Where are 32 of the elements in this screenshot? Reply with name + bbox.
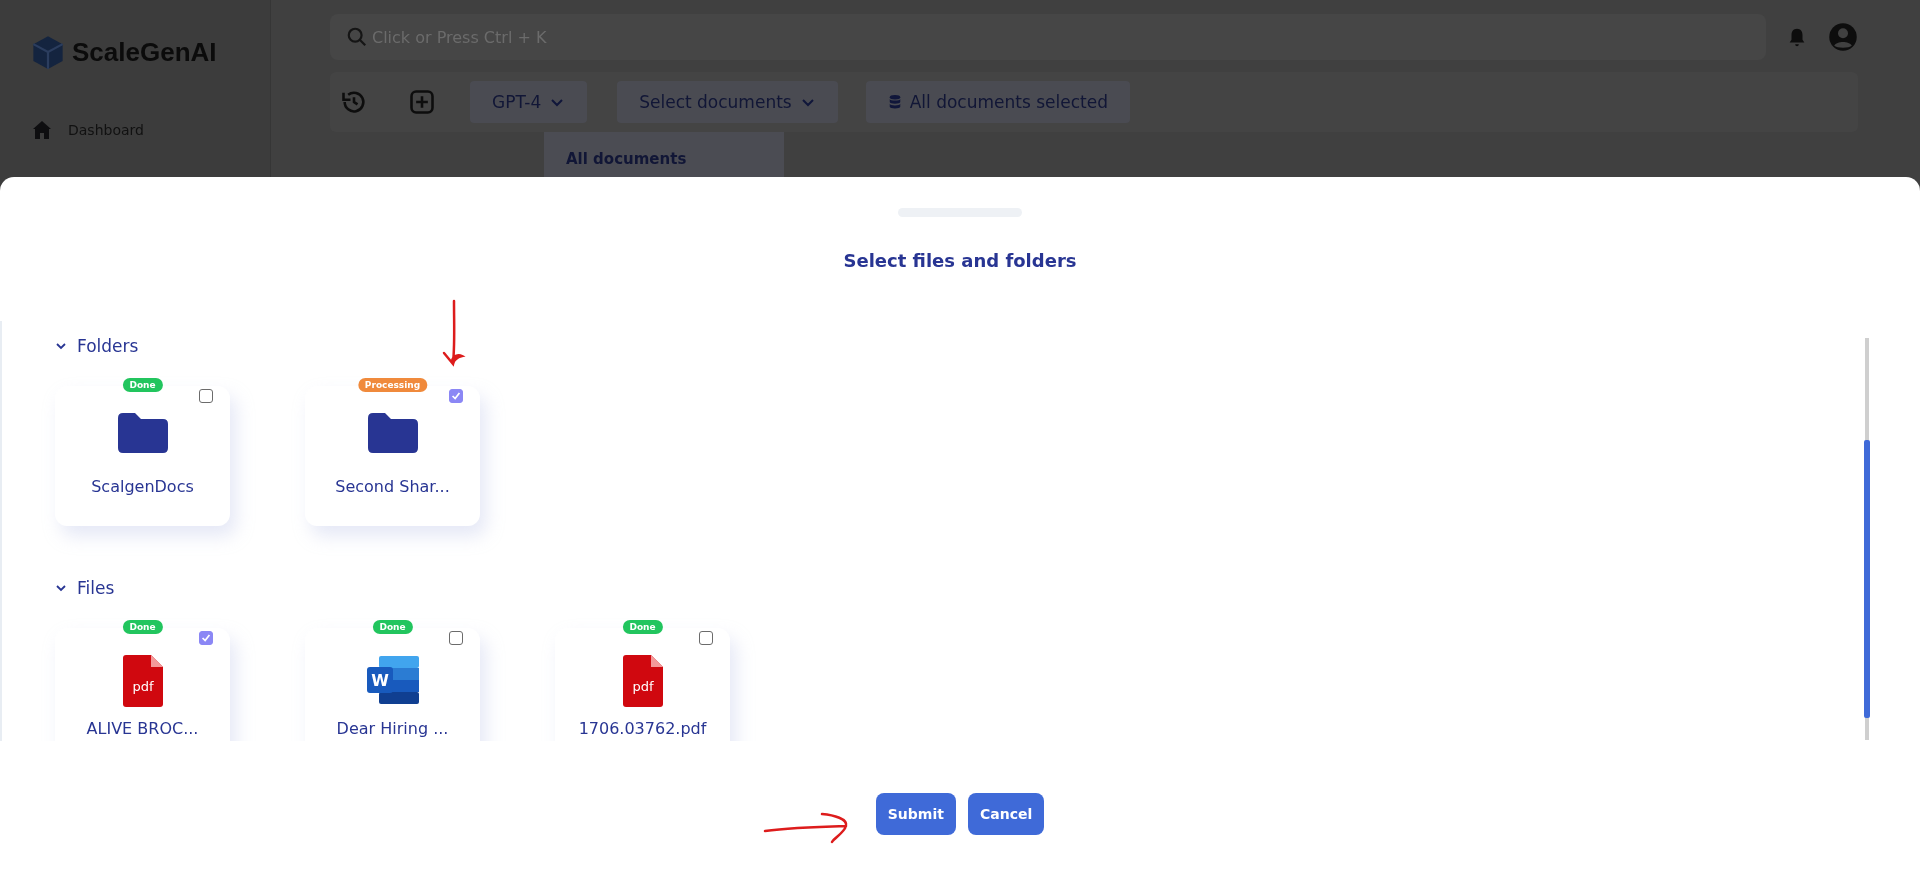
database-icon: [887, 94, 902, 110]
pdf-file-icon: pdf: [122, 655, 163, 707]
status-badge: Processing: [357, 378, 428, 392]
status-badge: Done: [372, 620, 413, 634]
file-name: ALIVE BROC...: [86, 719, 199, 738]
action-button[interactable]: Submit: [875, 793, 956, 835]
status-badge: Done: [622, 620, 663, 634]
chevron-down-icon: [55, 583, 67, 593]
chevron-down-icon: [55, 341, 67, 351]
user-avatar-icon[interactable]: [1828, 22, 1858, 52]
add-icon[interactable]: [408, 88, 436, 116]
history-icon[interactable]: [340, 88, 368, 116]
status-badge: Done: [122, 378, 163, 392]
file-name: Dear Hiring ...: [336, 719, 449, 738]
section-header[interactable]: Files: [55, 578, 115, 598]
section-header[interactable]: Folders: [55, 336, 139, 356]
pdf-file-icon: pdf: [622, 655, 663, 707]
file-name: ScalgenDocs: [91, 477, 194, 496]
folder-icon: [117, 413, 168, 453]
checkbox[interactable]: [199, 631, 213, 645]
checkbox[interactable]: [199, 389, 213, 403]
checkbox[interactable]: [699, 631, 713, 645]
checkbox[interactable]: [449, 389, 463, 403]
action-button[interactable]: Cancel: [967, 793, 1045, 835]
status-badge: Done: [122, 620, 163, 634]
file-name: 1706.03762.pdf: [578, 719, 707, 738]
modal-title: Select files and folders: [843, 250, 1077, 271]
folder-icon: [367, 413, 418, 453]
checkbox[interactable]: [449, 631, 463, 645]
file-name: Second Shar...: [335, 477, 450, 496]
documents-status: All documents selected: [865, 81, 1130, 123]
scrollbar-thumb[interactable]: [1864, 440, 1870, 718]
